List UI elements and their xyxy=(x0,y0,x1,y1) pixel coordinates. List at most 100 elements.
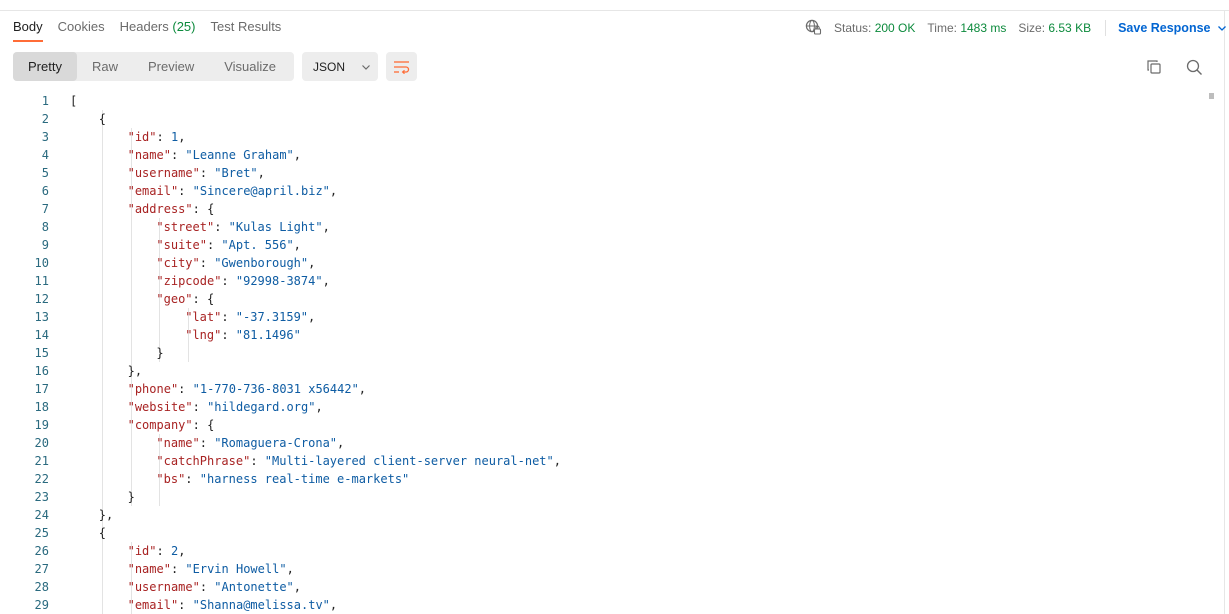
size-info[interactable]: Size: 6.53 KB xyxy=(1018,20,1091,36)
line-number: 11 xyxy=(34,274,49,288)
status-value: 200 OK xyxy=(874,20,916,35)
code-text: "username": "Antonette", xyxy=(128,578,301,596)
save-response-label: Save Response xyxy=(1118,20,1211,35)
line-number: 29 xyxy=(34,598,49,612)
json-key: "lat" xyxy=(185,310,222,324)
json-punctuation: : xyxy=(185,472,200,486)
time-value: 1483 ms xyxy=(960,20,1007,35)
line-number: 3 xyxy=(41,130,49,144)
json-punctuation: : xyxy=(199,256,215,270)
view-mode-visualize[interactable]: Visualize xyxy=(209,52,291,81)
json-punctuation: : xyxy=(156,130,171,144)
copy-icon xyxy=(1147,60,1161,74)
response-tabs: Body Cookies Headers (25) Test Results xyxy=(13,19,281,43)
code-text: "name": "Romaguera-Crona", xyxy=(156,434,344,452)
save-response-button[interactable]: Save Response xyxy=(1118,20,1226,36)
headers-count-badge: (25) xyxy=(172,19,196,34)
globe-icon[interactable] xyxy=(805,19,822,36)
code-text: "street": "Kulas Light", xyxy=(156,218,329,236)
view-mode-raw[interactable]: Raw xyxy=(77,52,133,81)
json-punctuation: , xyxy=(329,598,338,612)
chevron-down-icon xyxy=(1217,25,1226,31)
wrap-lines-button[interactable] xyxy=(386,52,417,81)
size-value: 6.53 KB xyxy=(1048,20,1092,35)
json-punctuation: : xyxy=(199,580,215,594)
json-punctuation: : xyxy=(199,166,215,180)
json-key: "name" xyxy=(127,148,171,162)
code-text: "geo": { xyxy=(156,290,214,308)
line-number: 17 xyxy=(34,382,49,396)
json-punctuation: , xyxy=(293,148,302,162)
copy-button[interactable] xyxy=(1145,58,1163,76)
code-text: "catchPhrase": "Multi-layered client-ser… xyxy=(156,452,561,470)
code-text: "zipcode": "92998-3874", xyxy=(156,272,329,290)
json-punctuation: : xyxy=(206,238,222,252)
tab-test-results[interactable]: Test Results xyxy=(211,19,282,43)
json-key: "name" xyxy=(156,436,200,450)
line-number: 26 xyxy=(34,544,49,558)
tab-headers[interactable]: Headers (25) xyxy=(120,19,196,43)
tab-body[interactable]: Body xyxy=(13,19,43,43)
json-key: "id" xyxy=(127,130,157,144)
right-divider xyxy=(1224,10,1225,614)
json-punctuation: , xyxy=(308,256,316,270)
json-key: "street" xyxy=(156,220,215,234)
json-punctuation: , xyxy=(358,382,367,396)
search-button[interactable] xyxy=(1185,58,1203,76)
status-info[interactable]: Status: 200 OK xyxy=(834,20,915,36)
json-value: "Ervin Howell" xyxy=(185,562,287,576)
json-punctuation: { xyxy=(98,112,107,126)
response-body-viewer[interactable]: 1 [2 {3 "id": 1, 4 "name": "Leanne Graham", 5 "… xyxy=(0,92,1206,614)
line-number: 1 xyxy=(41,94,49,108)
code-text: "company": { xyxy=(128,416,215,434)
scrollbar-thumb[interactable] xyxy=(1209,93,1214,99)
line-number: 16 xyxy=(34,364,49,378)
line-number: 5 xyxy=(41,166,49,180)
code-text: "id": 1, xyxy=(128,128,186,146)
time-label: Time: xyxy=(927,20,957,35)
json-value: "Romaguera-Crona" xyxy=(214,436,338,450)
json-punctuation: : xyxy=(178,382,193,396)
json-key: "zipcode" xyxy=(156,274,222,288)
wrap-lines-icon xyxy=(394,60,410,74)
code-text: }, xyxy=(99,506,113,524)
json-key: "email" xyxy=(127,184,179,198)
tab-headers-label: Headers xyxy=(119,19,169,34)
line-number: 14 xyxy=(34,328,49,342)
json-value: "81.1496" xyxy=(235,328,301,342)
json-punctuation: : xyxy=(250,454,265,468)
json-punctuation: , xyxy=(315,400,323,414)
view-mode-preview[interactable]: Preview xyxy=(133,52,209,81)
view-mode-pretty[interactable]: Pretty xyxy=(13,52,77,81)
format-select[interactable]: JSON xyxy=(302,52,378,81)
code-text: { xyxy=(99,110,106,128)
json-value: "hildegard.org" xyxy=(207,400,316,414)
json-punctuation: : { xyxy=(192,292,215,306)
line-number: 2 xyxy=(41,112,49,126)
json-punctuation: : xyxy=(192,400,208,414)
json-value: "1-770-736-8031 x56442" xyxy=(192,382,359,396)
line-number: 6 xyxy=(41,184,49,198)
json-key: "suite" xyxy=(156,238,207,252)
json-punctuation: : xyxy=(178,598,193,612)
json-key: "username" xyxy=(127,166,200,180)
tab-cookies[interactable]: Cookies xyxy=(58,19,105,43)
json-value: "92998-3874" xyxy=(235,274,323,288)
json-punctuation: , xyxy=(329,184,338,198)
search-icon xyxy=(1186,59,1202,75)
json-punctuation: : xyxy=(214,220,229,234)
line-number: 23 xyxy=(34,490,49,504)
code-text: } xyxy=(156,344,163,362)
json-punctuation: : { xyxy=(192,418,215,432)
code-text: "email": "Sincere@april.biz", xyxy=(128,182,338,200)
code-text: "username": "Bret", xyxy=(128,164,265,182)
code-text: "bs": "harness real-time e-markets" xyxy=(156,470,409,488)
json-punctuation: [ xyxy=(70,94,78,108)
json-punctuation: , xyxy=(337,436,345,450)
code-text: "email": "Shanna@melissa.tv", xyxy=(128,596,338,614)
time-info[interactable]: Time: 1483 ms xyxy=(927,20,1006,36)
json-key: "phone" xyxy=(127,382,179,396)
code-text: "id": 2, xyxy=(128,542,186,560)
code-text: "name": "Ervin Howell", xyxy=(128,560,294,578)
json-punctuation: , xyxy=(553,454,561,468)
